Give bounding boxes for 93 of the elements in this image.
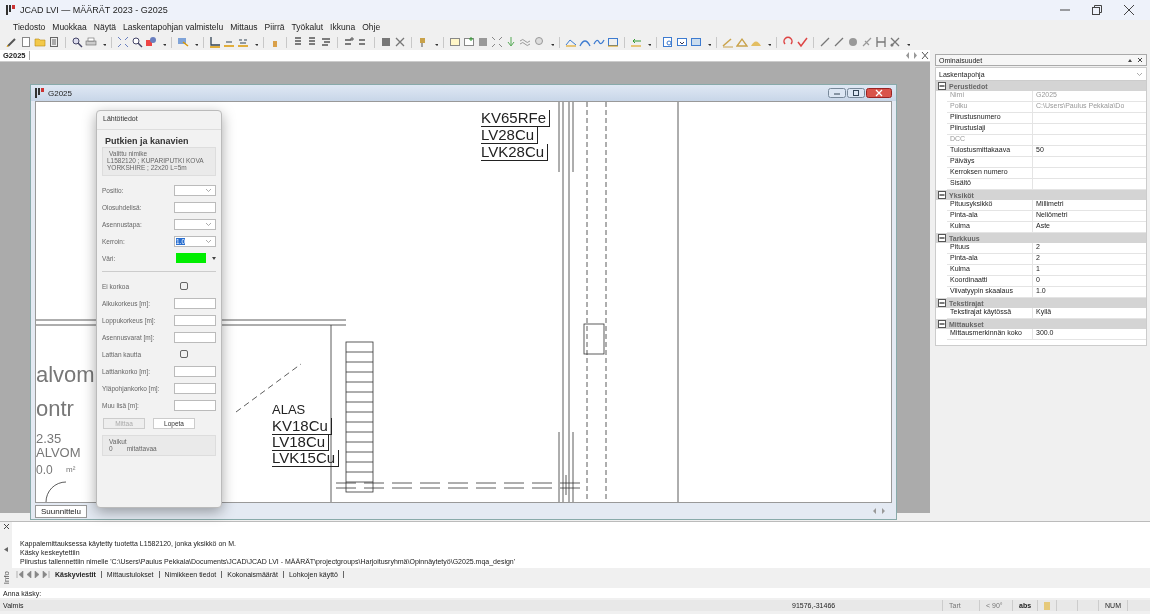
menu-item[interactable]: Ohje <box>359 22 384 32</box>
cross-icon[interactable] <box>394 36 406 48</box>
menu-item[interactable]: Laskentapohjan valmistelu <box>120 22 227 32</box>
window-title: G2025 <box>48 88 73 98</box>
circle-icon[interactable] <box>847 36 859 48</box>
drawing-label: 0.0 <box>36 464 53 476</box>
menu-item[interactable]: Mittaus <box>227 22 261 32</box>
stack-icon[interactable] <box>320 36 332 48</box>
side-tab[interactable]: Info <box>1 570 11 584</box>
layer-color-swatch <box>1044 601 1051 610</box>
frame-plus-icon[interactable] <box>463 36 475 48</box>
caret-icon <box>1136 71 1143 77</box>
stack-icon[interactable] <box>306 36 318 48</box>
menu-item[interactable]: Tiedosto <box>10 22 49 32</box>
collapse-icon[interactable] <box>938 191 946 199</box>
plus-stack-icon[interactable] <box>343 36 355 48</box>
close-icon[interactable] <box>3 524 9 529</box>
levels-icon[interactable] <box>237 36 249 48</box>
frame-icon[interactable] <box>449 36 461 48</box>
drawing-label: ALVOM <box>36 446 81 459</box>
color-swatch[interactable] <box>176 253 206 264</box>
page-icon[interactable] <box>20 36 32 48</box>
menu-item[interactable]: Työkalut <box>288 22 327 32</box>
collapse-arrow-icon[interactable] <box>4 547 8 553</box>
pencil-icon[interactable] <box>6 36 18 48</box>
zoom-icon[interactable] <box>71 36 83 48</box>
drawing-label: ontr <box>36 398 74 420</box>
stack-icon[interactable] <box>292 36 304 48</box>
drawing-label: LV28Cu <box>481 127 539 144</box>
import-icon[interactable] <box>630 36 642 48</box>
drawing-label: LV18Cu <box>272 434 330 451</box>
menu-item[interactable]: Piirrä <box>261 22 288 32</box>
document-icon[interactable] <box>48 36 60 48</box>
collapse-icon[interactable] <box>938 82 946 90</box>
app-logo-icon <box>35 88 44 98</box>
check-icon[interactable] <box>796 36 808 48</box>
caret-icon <box>205 187 212 193</box>
rectangle-icon[interactable] <box>607 36 619 48</box>
window-icon[interactable] <box>676 36 688 48</box>
drawing-label: KV18Cu <box>272 418 332 435</box>
scroll-arrows-icon[interactable] <box>906 52 920 59</box>
input-field[interactable] <box>174 382 216 394</box>
caret-icon[interactable] <box>212 256 216 260</box>
tab-navigation-icon[interactable] <box>16 571 50 578</box>
close-icon[interactable] <box>866 88 892 98</box>
checkbox[interactable] <box>180 350 188 359</box>
search-page-icon[interactable] <box>662 36 674 48</box>
app-logo-icon <box>6 5 15 15</box>
checkbox[interactable] <box>180 282 188 291</box>
down-arrow-icon[interactable] <box>505 36 517 48</box>
line-icon[interactable] <box>819 36 831 48</box>
maximize-icon[interactable] <box>847 88 865 98</box>
drawing-label: 2.35 <box>36 432 62 445</box>
window-title: JCAD LVI — MÄÄRÄT 2023 - G2025 <box>20 5 168 15</box>
layout-tab[interactable]: Suunnittelu <box>35 504 88 518</box>
collapse-icon[interactable] <box>938 320 946 328</box>
drawing-label: ALAS <box>272 403 306 416</box>
corners-icon[interactable] <box>491 36 503 48</box>
input-field[interactable] <box>174 297 216 309</box>
triangle-icon[interactable] <box>736 36 748 48</box>
close-icon[interactable] <box>920 52 930 59</box>
line-icon[interactable] <box>833 36 845 48</box>
caret-icon <box>205 238 212 244</box>
scroll-arrows-icon[interactable] <box>872 507 886 515</box>
restore-icon[interactable] <box>1092 5 1102 15</box>
shapes-icon[interactable] <box>145 36 157 48</box>
drawing-label: KV65RFe <box>481 110 551 127</box>
tangent-icon[interactable] <box>861 36 873 48</box>
input-field[interactable] <box>174 365 216 377</box>
input-field[interactable] <box>174 399 216 411</box>
menu-item[interactable]: Näytä <box>90 22 119 32</box>
drawing-label: LVK15Cu <box>272 450 340 467</box>
collapse-icon[interactable] <box>938 299 946 307</box>
input-field[interactable] <box>174 201 216 213</box>
collapse-icon[interactable] <box>938 234 946 242</box>
pin-close-icon[interactable] <box>1127 57 1143 63</box>
dropdown[interactable] <box>174 184 216 196</box>
drawing-label: LVK28Cu <box>481 144 549 161</box>
waves-icon[interactable] <box>519 36 531 48</box>
block-icon[interactable] <box>380 36 392 48</box>
input-field[interactable] <box>174 314 216 326</box>
drawing-label: m² <box>66 466 76 474</box>
caret-icon <box>205 221 212 227</box>
drawing-label: alvom <box>36 364 95 386</box>
close-icon[interactable] <box>1124 5 1134 15</box>
ruler-icon[interactable] <box>722 36 734 48</box>
corner-icon[interactable] <box>209 36 221 48</box>
menu-item[interactable]: Ikkuna <box>327 22 359 32</box>
menu-item[interactable]: Muokkaa <box>49 22 90 32</box>
magnifier-icon[interactable] <box>131 36 143 48</box>
dropdown[interactable] <box>174 218 216 230</box>
dialog-heading: Putkien ja kanavien <box>105 136 190 146</box>
input-field[interactable] <box>174 331 216 343</box>
